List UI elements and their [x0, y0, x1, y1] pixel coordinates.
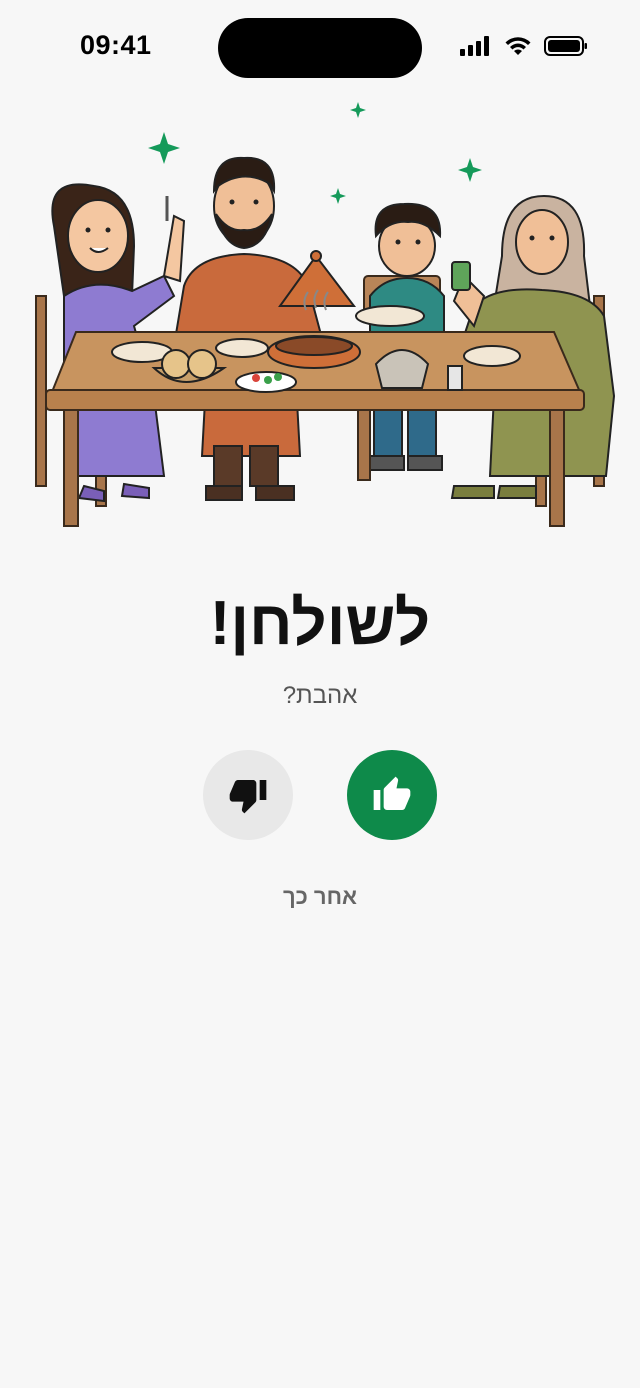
- page-title: לשולחן!: [209, 589, 431, 658]
- sparkle-icon: [148, 132, 180, 164]
- family-dinner-art: [35, 102, 616, 527]
- wifi-icon: [505, 37, 531, 55]
- feedback-question: אהבת?: [282, 682, 358, 709]
- later-link[interactable]: אחר כך: [0, 884, 640, 910]
- sparkle-icon: [330, 188, 346, 204]
- cellular-signal-icon: [460, 36, 489, 56]
- status-bar: 09:41: [0, 0, 640, 96]
- family-dinner-illustration: [24, 96, 616, 542]
- like-button[interactable]: [347, 750, 437, 840]
- thumbs-down-icon: [229, 780, 267, 814]
- dynamic-island: [218, 18, 422, 78]
- sparkle-icon: [458, 158, 482, 182]
- thumbs-up-icon: [373, 776, 411, 810]
- status-icons: [460, 36, 588, 56]
- sparkle-icon: [350, 102, 366, 118]
- dislike-button[interactable]: [203, 750, 293, 840]
- battery-icon: [544, 36, 587, 56]
- status-time: 09:41: [80, 30, 152, 60]
